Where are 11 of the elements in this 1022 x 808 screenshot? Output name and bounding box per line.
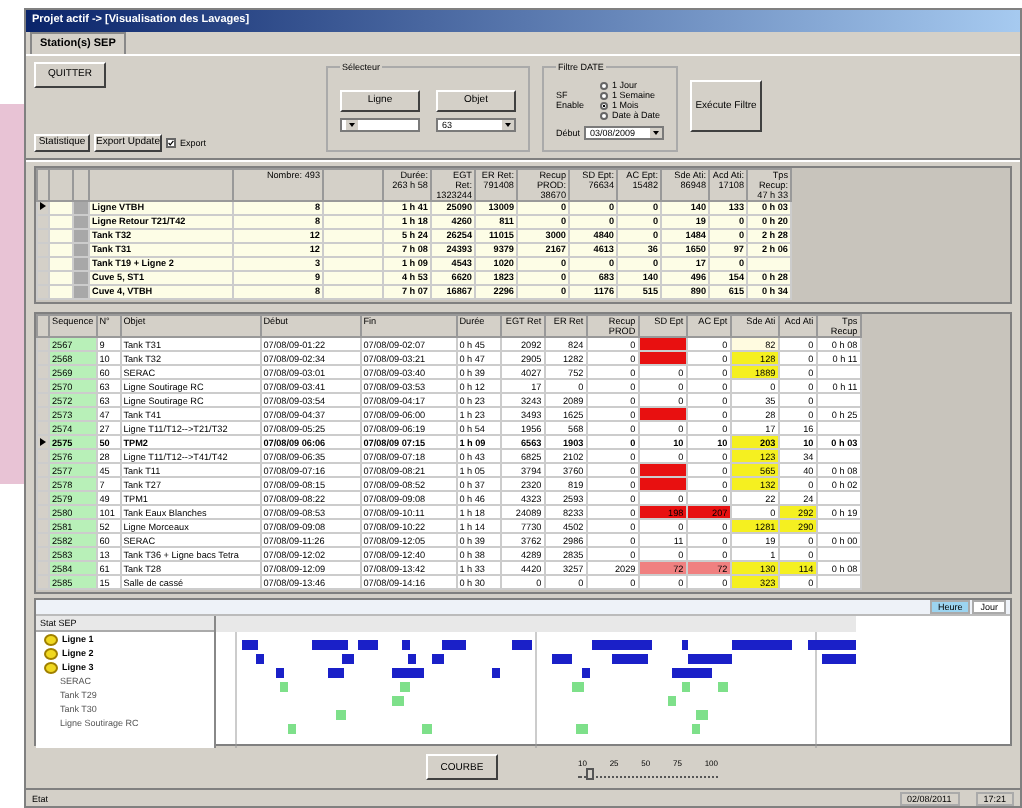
dropdown-icon bbox=[346, 119, 358, 130]
radio-button[interactable] bbox=[600, 111, 608, 120]
combo-box[interactable] bbox=[340, 117, 420, 132]
radio-button[interactable] bbox=[600, 101, 608, 110]
radio-button[interactable] bbox=[600, 81, 608, 90]
dropdown-icon bbox=[502, 119, 514, 130]
export-checkbox[interactable] bbox=[166, 137, 176, 148]
dropdown-icon bbox=[650, 128, 663, 139]
slider-thumb[interactable] bbox=[585, 767, 594, 780]
slider-track[interactable] bbox=[578, 767, 718, 778]
radio-button[interactable] bbox=[600, 91, 608, 100]
